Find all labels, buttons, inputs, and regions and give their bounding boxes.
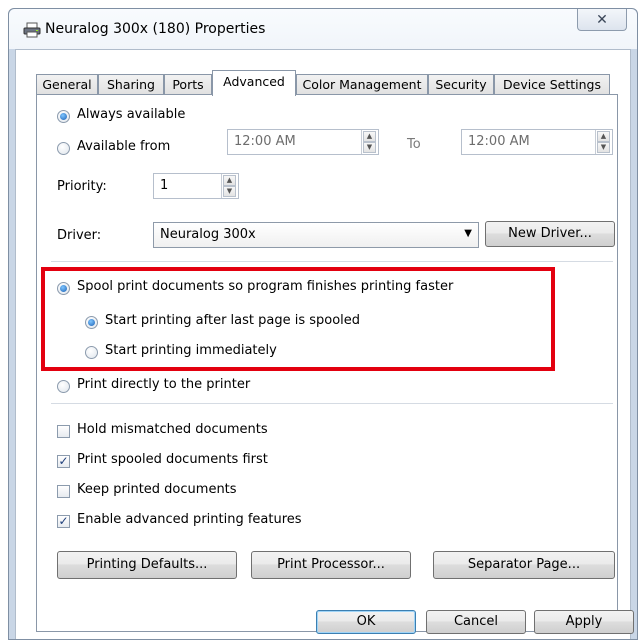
separator bbox=[51, 261, 613, 262]
print-processor-button[interactable]: Print Processor... bbox=[251, 551, 411, 579]
hold-mismatched-label: Hold mismatched documents bbox=[77, 422, 268, 437]
new-driver-button[interactable]: New Driver... bbox=[485, 221, 615, 247]
new-driver-label: New Driver... bbox=[508, 226, 592, 241]
spool-label: Spool print documents so program finishe… bbox=[77, 279, 454, 294]
chevron-down-icon: ▼ bbox=[464, 228, 472, 239]
priority-spinner: ▲ ▼ bbox=[221, 174, 237, 198]
driver-label: Driver: bbox=[57, 228, 102, 243]
driver-value: Neuralog 300x bbox=[160, 227, 256, 242]
spin-down-icon[interactable]: ▼ bbox=[363, 142, 376, 153]
apply-button[interactable]: Apply bbox=[534, 610, 634, 634]
from-time-field[interactable]: 12:00 AM ▲ ▼ bbox=[227, 129, 379, 155]
start-immediately-radio[interactable] bbox=[85, 346, 98, 359]
checkmark-icon: ✓ bbox=[58, 514, 69, 528]
checkmark-icon: ✓ bbox=[58, 454, 69, 468]
spool-radio[interactable] bbox=[57, 282, 70, 295]
to-time-field[interactable]: 12:00 AM ▲ ▼ bbox=[461, 129, 613, 155]
close-button[interactable]: ✕ bbox=[577, 9, 627, 31]
tab-label: Advanced bbox=[223, 74, 285, 89]
tab-security[interactable]: Security bbox=[428, 74, 494, 94]
spin-up-icon[interactable]: ▲ bbox=[597, 131, 610, 142]
title-bar[interactable]: Neuralog 300x (180) Properties ✕ bbox=[9, 9, 637, 49]
tab-advanced[interactable]: Advanced bbox=[212, 70, 296, 96]
window-title: Neuralog 300x (180) Properties bbox=[45, 21, 266, 37]
always-available-radio[interactable] bbox=[57, 110, 70, 123]
always-available-label: Always available bbox=[77, 107, 186, 122]
advanced-panel: Always available Available from 12:00 AM… bbox=[36, 94, 618, 632]
to-label: To bbox=[407, 137, 421, 152]
tab-label: Color Management bbox=[302, 77, 422, 92]
to-time-spinner: ▲ ▼ bbox=[595, 130, 611, 154]
spin-down-icon[interactable]: ▼ bbox=[597, 142, 610, 153]
separator-page-label: Separator Page... bbox=[467, 557, 581, 572]
tab-label: Security bbox=[435, 77, 487, 92]
spin-up-icon[interactable]: ▲ bbox=[363, 131, 376, 142]
separator bbox=[51, 403, 613, 404]
cancel-button[interactable]: Cancel bbox=[426, 610, 526, 634]
enable-advanced-features-checkbox[interactable]: ✓ bbox=[57, 515, 70, 528]
to-time-value: 12:00 AM bbox=[468, 134, 530, 149]
start-after-last-page-radio[interactable] bbox=[85, 316, 98, 329]
tab-ports[interactable]: Ports bbox=[164, 74, 212, 94]
tab-device-settings[interactable]: Device Settings bbox=[494, 74, 610, 94]
tab-general[interactable]: General bbox=[36, 74, 98, 94]
tab-label: Device Settings bbox=[503, 77, 601, 92]
tab-label: Ports bbox=[172, 77, 204, 92]
close-icon: ✕ bbox=[596, 11, 608, 28]
print-spooled-first-label: Print spooled documents first bbox=[77, 452, 268, 467]
tab-color-management[interactable]: Color Management bbox=[296, 74, 428, 94]
available-from-radio[interactable] bbox=[57, 142, 70, 155]
spin-up-icon[interactable]: ▲ bbox=[223, 175, 236, 186]
from-time-value: 12:00 AM bbox=[234, 134, 296, 149]
printing-defaults-button[interactable]: Printing Defaults... bbox=[57, 551, 237, 579]
print-directly-radio[interactable] bbox=[57, 380, 70, 393]
start-after-last-page-label: Start printing after last page is spoole… bbox=[105, 313, 361, 328]
tab-label: General bbox=[42, 77, 92, 92]
start-immediately-label: Start printing immediately bbox=[105, 343, 277, 358]
keep-printed-checkbox[interactable] bbox=[57, 485, 70, 498]
hold-mismatched-checkbox[interactable] bbox=[57, 425, 70, 438]
cancel-label: Cancel bbox=[453, 614, 499, 629]
from-time-spinner: ▲ ▼ bbox=[361, 130, 377, 154]
tab-sharing[interactable]: Sharing bbox=[98, 74, 164, 94]
print-spooled-first-checkbox[interactable]: ✓ bbox=[57, 455, 70, 468]
properties-window: Neuralog 300x (180) Properties ✕ General… bbox=[8, 8, 638, 640]
apply-label: Apply bbox=[565, 614, 603, 629]
ok-button[interactable]: OK bbox=[316, 610, 416, 634]
ok-label: OK bbox=[356, 614, 376, 629]
spin-down-icon[interactable]: ▼ bbox=[223, 186, 236, 197]
separator-page-button[interactable]: Separator Page... bbox=[433, 551, 615, 579]
print-directly-label: Print directly to the printer bbox=[77, 377, 251, 392]
tab-label: Sharing bbox=[107, 77, 155, 92]
printing-defaults-label: Printing Defaults... bbox=[86, 557, 208, 572]
enable-advanced-features-label: Enable advanced printing features bbox=[77, 512, 302, 527]
driver-select[interactable]: Neuralog 300x ▼ bbox=[153, 222, 479, 248]
available-from-label: Available from bbox=[77, 139, 171, 154]
priority-label: Priority: bbox=[57, 179, 107, 194]
printer-icon bbox=[23, 22, 41, 38]
priority-value: 1 bbox=[160, 178, 169, 193]
keep-printed-label: Keep printed documents bbox=[77, 482, 237, 497]
print-processor-label: Print Processor... bbox=[277, 557, 385, 572]
dialog-client-area: General Sharing Ports Advanced Color Man… bbox=[15, 49, 634, 639]
priority-field[interactable]: 1 ▲ ▼ bbox=[153, 173, 239, 199]
